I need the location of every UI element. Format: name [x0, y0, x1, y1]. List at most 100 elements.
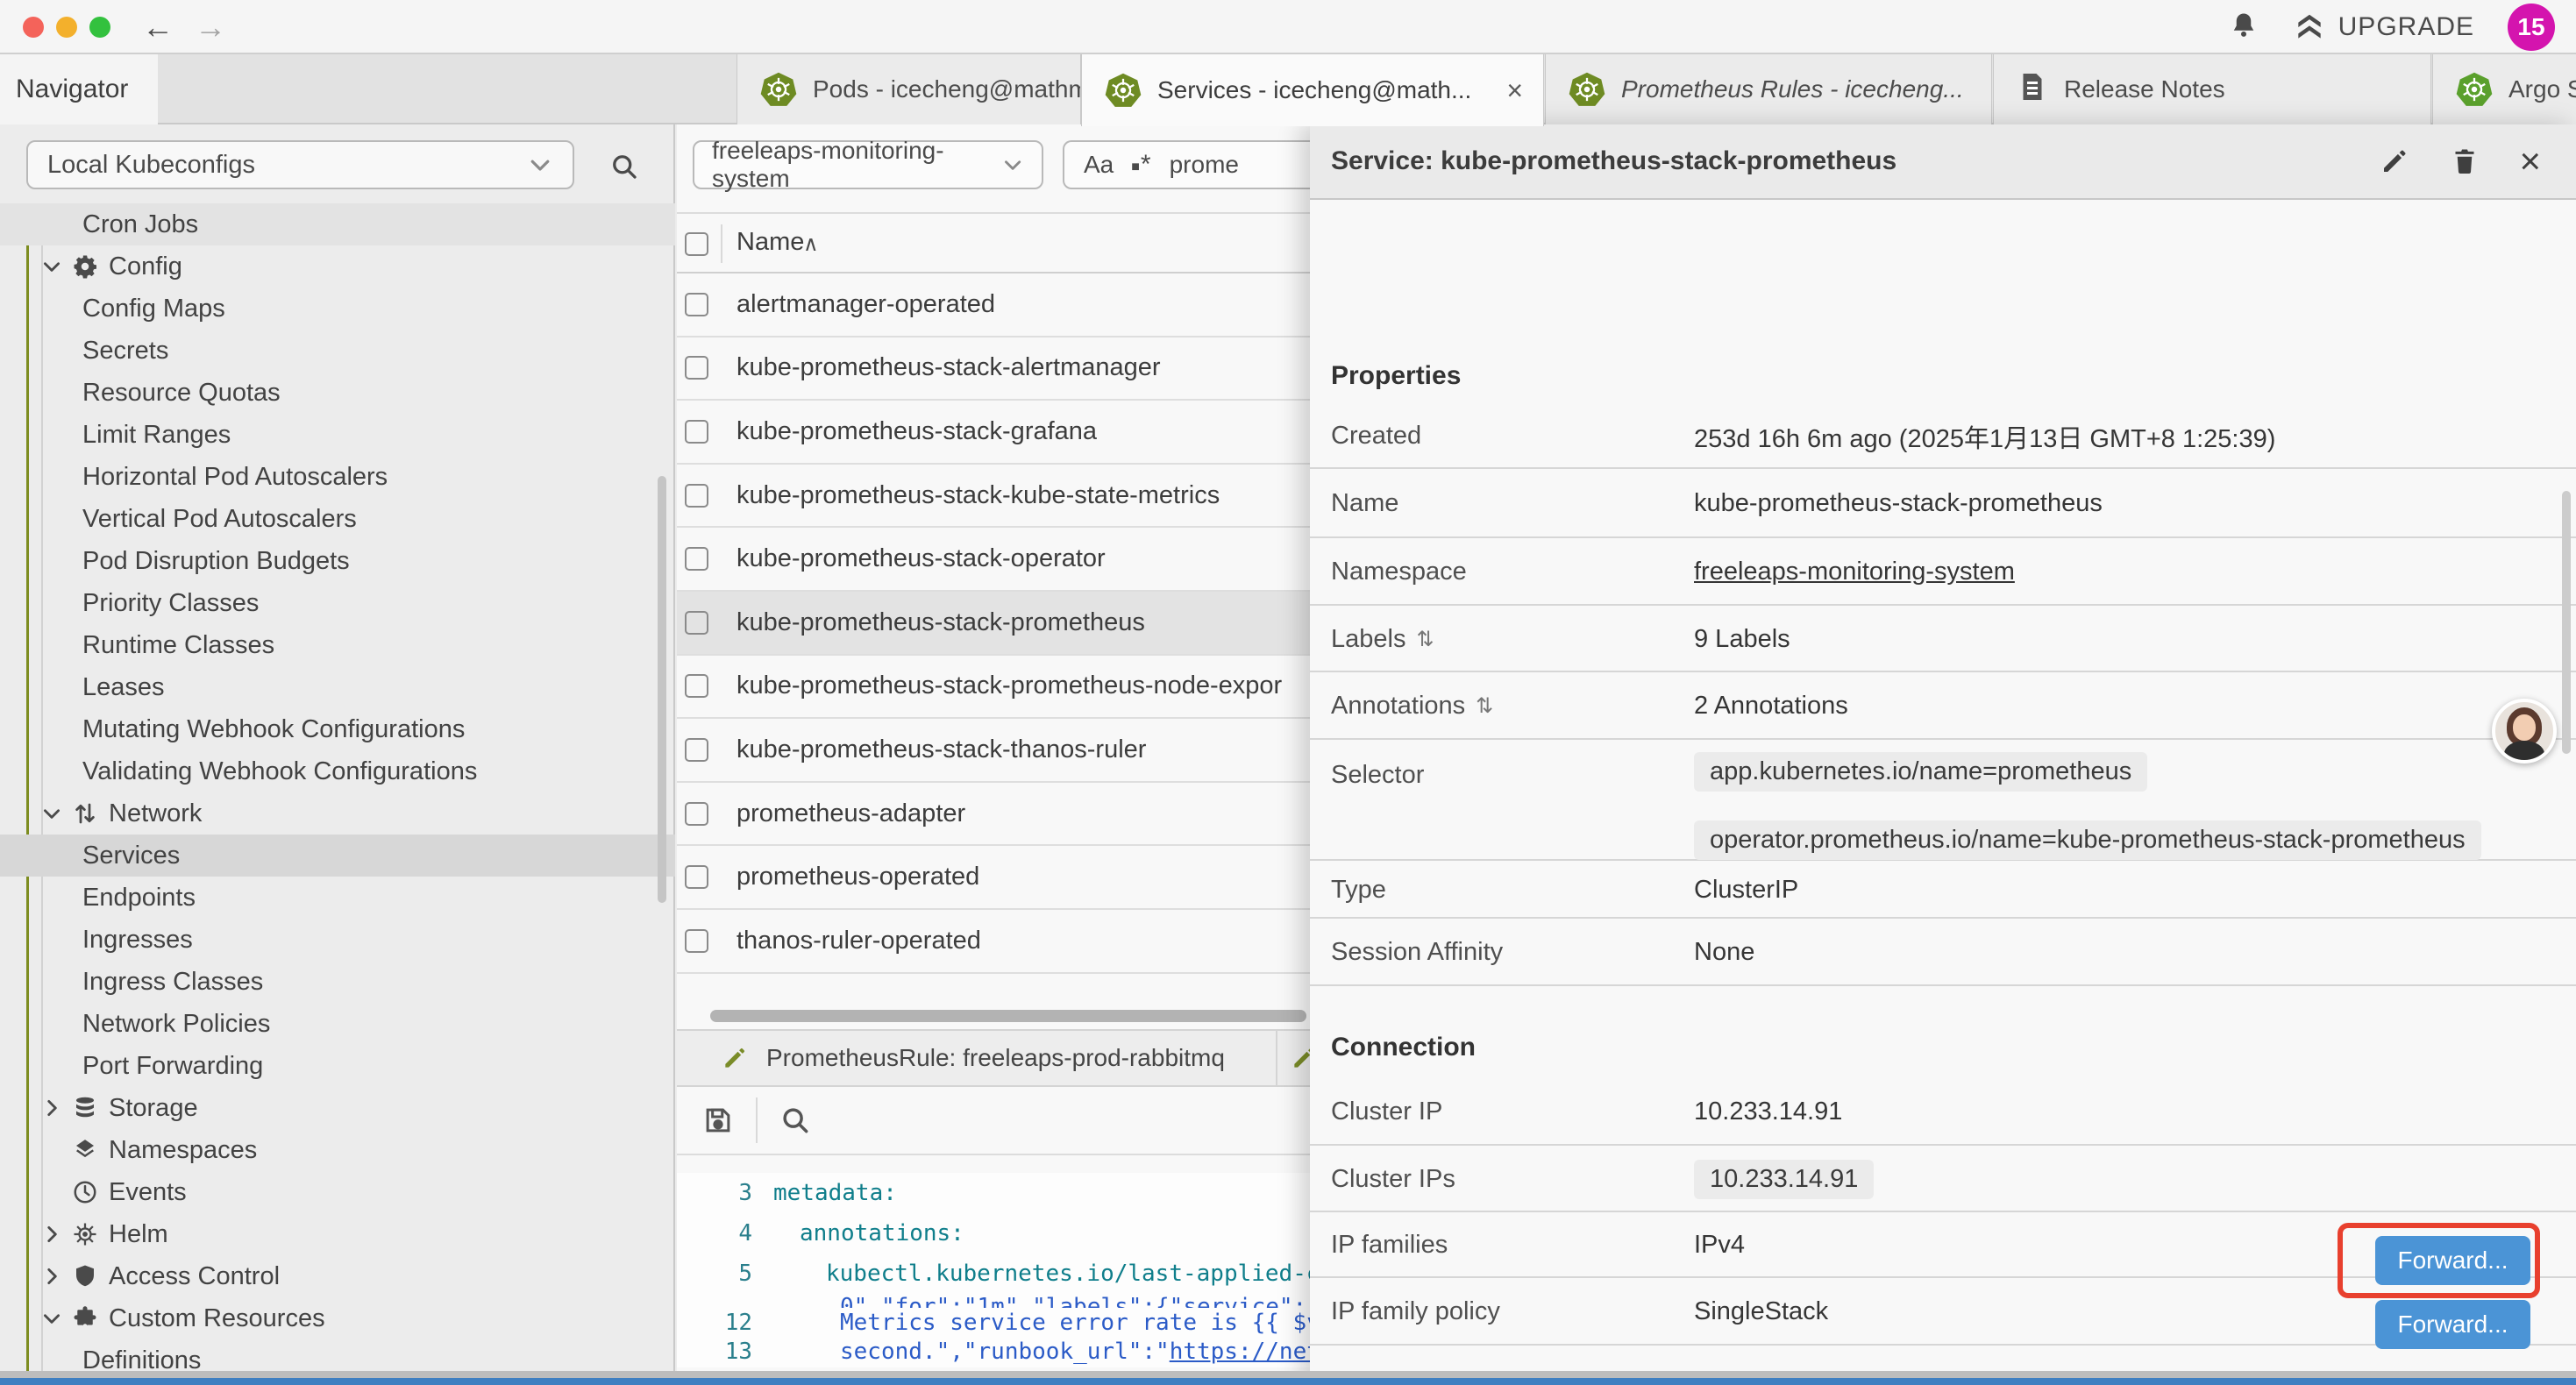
service-name: thanos-ruler-operated — [677, 927, 981, 955]
window-minimize-button[interactable] — [56, 17, 77, 38]
row-checkbox[interactable] — [685, 865, 708, 889]
table-row[interactable]: kube-prometheus-stack-prometheus — [677, 592, 1310, 656]
sidebar-item[interactable]: Ingresses — [0, 919, 675, 961]
sidebar-item[interactable]: Port Forwarding — [0, 1045, 675, 1087]
sidebar-item[interactable]: Ingress Classes — [0, 961, 675, 1003]
table-row[interactable]: kube-prometheus-stack-prometheus-node-ex… — [677, 656, 1310, 720]
table-row[interactable]: kube-prometheus-stack-grafana — [677, 401, 1310, 465]
sidebar-item[interactable]: Services — [0, 835, 675, 877]
forward-port-8080-button[interactable]: Forward... — [2375, 1300, 2530, 1349]
row-checkbox[interactable] — [685, 484, 708, 508]
code-text: error rate in freeleaps metrics ser — [752, 1367, 1310, 1368]
sidebar-item[interactable]: Pod Disruption Budgets — [0, 540, 675, 582]
select-all-checkbox[interactable] — [685, 232, 708, 256]
row-checkbox[interactable] — [685, 674, 708, 698]
sidebar-item[interactable]: Limit Ranges — [0, 414, 675, 456]
notifications-bell-icon[interactable] — [2228, 10, 2259, 46]
window-zoom-button[interactable] — [89, 17, 110, 38]
tab-release-notes[interactable]: Release Notes — [1993, 54, 2431, 124]
tab-prometheus-rules[interactable]: Prometheus Rules - icecheng... — [1545, 54, 1992, 124]
chevron-down-icon — [527, 152, 553, 178]
sidebar-item[interactable]: Custom Resources — [0, 1297, 675, 1339]
forward-button[interactable]: → — [189, 5, 232, 49]
tab-close-icon[interactable]: × — [1506, 75, 1523, 107]
sidebar-item[interactable]: Storage — [0, 1087, 675, 1129]
dock-tab-prometheusrule[interactable]: PrometheusRule: freeleaps-prod-rabbitmq — [693, 1031, 1277, 1085]
service-name: kube-prometheus-stack-kube-state-metrics — [677, 481, 1220, 510]
editor-search-icon[interactable] — [779, 1104, 812, 1137]
row-checkbox[interactable] — [685, 929, 708, 953]
sidebar-item[interactable]: Namespaces — [0, 1129, 675, 1171]
window-close-button[interactable] — [23, 17, 44, 38]
edit-service-button[interactable] — [2379, 146, 2410, 177]
sidebar-item[interactable]: Cron Jobs — [0, 203, 675, 245]
notification-count-badge[interactable]: 15 — [2508, 4, 2555, 51]
sidebar-item[interactable]: Horizontal Pod Autoscalers — [0, 456, 675, 498]
sidebar-item[interactable]: Config Maps — [0, 288, 675, 330]
sidebar-item[interactable]: Validating Webhook Configurations — [0, 750, 675, 792]
sidebar-item[interactable]: Resource Quotas — [0, 372, 675, 414]
match-case-icon[interactable]: Aa — [1084, 151, 1114, 179]
upgrade-button[interactable]: UPGRADE — [2293, 11, 2474, 44]
sidebar-scrollbar[interactable] — [658, 476, 666, 903]
table-row[interactable]: kube-prometheus-stack-alertmanager — [677, 337, 1310, 401]
row-checkbox[interactable] — [685, 547, 708, 571]
sidebar-item[interactable]: Network — [0, 792, 675, 835]
search-query-text: prome — [1170, 151, 1239, 179]
sidebar-item-label: Namespaces — [109, 1136, 257, 1165]
table-row[interactable]: kube-prometheus-stack-operator — [677, 528, 1310, 592]
regex-icon[interactable]: ■* — [1131, 150, 1151, 180]
search-icon[interactable] — [608, 151, 640, 182]
sidebar-item[interactable]: Leases — [0, 666, 675, 708]
navigator-tree: Cron Jobs Config Config Maps Secrets — [0, 203, 675, 1381]
tab-argo[interactable]: Argo Se — [2432, 54, 2576, 124]
table-row[interactable]: thanos-ruler-operated — [677, 910, 1310, 974]
horizontal-scrollbar[interactable] — [710, 1010, 1306, 1022]
sidebar-item[interactable]: Priority Classes — [0, 582, 675, 624]
sidebar-item[interactable]: Endpoints — [0, 877, 675, 919]
save-icon[interactable] — [701, 1104, 735, 1137]
sidebar-item[interactable]: Vertical Pod Autoscalers — [0, 498, 675, 540]
table-search-input[interactable]: Aa ■* prome — [1063, 140, 1310, 189]
chevron-icon — [40, 802, 72, 825]
row-checkbox[interactable] — [685, 420, 708, 444]
table-row[interactable]: kube-prometheus-stack-thanos-ruler — [677, 719, 1310, 783]
table-row[interactable]: prometheus-operated — [677, 846, 1310, 910]
expand-labels-icon[interactable]: ⇅ — [1416, 627, 1434, 652]
table-row[interactable]: kube-prometheus-stack-kube-state-metrics — [677, 465, 1310, 529]
dock-tab-partial[interactable] — [1279, 1031, 1310, 1085]
code-line: 12 Metrics service error rate is {{ $va — [677, 1308, 1310, 1337]
chevron-icon — [40, 1307, 72, 1330]
row-checkbox[interactable] — [685, 802, 708, 826]
sidebar-item[interactable]: Helm — [0, 1213, 675, 1255]
name-column-header[interactable]: Name — [737, 228, 804, 257]
table-row[interactable]: alertmanager-operated — [677, 273, 1310, 337]
yaml-editor[interactable]: 3 metadata: 4 annotations: 5 kubectl.kub… — [677, 1173, 1310, 1367]
row-checkbox[interactable] — [685, 611, 708, 635]
sidebar-item[interactable]: Events — [0, 1171, 675, 1213]
row-checkbox[interactable] — [685, 293, 708, 316]
sidebar-item[interactable]: Mutating Webhook Configurations — [0, 708, 675, 750]
table-row[interactable]: prometheus-adapter — [677, 783, 1310, 847]
sidebar-item[interactable]: Network Policies — [0, 1003, 675, 1045]
sort-ascending-icon[interactable]: ∧ — [803, 231, 819, 257]
kubeconfig-selector[interactable]: Local Kubeconfigs — [26, 140, 574, 189]
tab-services[interactable]: Services - icecheng@math... × — [1081, 54, 1544, 126]
delete-service-button[interactable] — [2449, 146, 2480, 177]
property-row-cluster-ip: Cluster IP 10.233.14.91 — [1310, 1080, 2576, 1146]
namespace-link[interactable]: freeleaps-monitoring-system — [1694, 558, 2015, 586]
sidebar-item[interactable]: Access Control — [0, 1255, 675, 1297]
navigator-panel-tab[interactable]: Navigator — [0, 54, 158, 124]
avatar[interactable] — [2492, 699, 2557, 764]
panel-scrollbar[interactable] — [2562, 491, 2571, 754]
row-checkbox[interactable] — [685, 738, 708, 762]
sidebar-item[interactable]: Secrets — [0, 330, 675, 372]
sidebar-item[interactable]: Runtime Classes — [0, 624, 675, 666]
namespace-selector[interactable]: freeleaps-monitoring-system — [693, 140, 1043, 189]
sidebar-item[interactable]: Config — [0, 245, 675, 288]
close-panel-button[interactable]: × — [2519, 146, 2541, 177]
tab-pods[interactable]: Pods - icecheng@mathmas... — [737, 54, 1081, 124]
expand-annotations-icon[interactable]: ⇅ — [1476, 693, 1493, 719]
row-checkbox[interactable] — [685, 356, 708, 380]
back-button[interactable]: ← — [136, 5, 180, 49]
